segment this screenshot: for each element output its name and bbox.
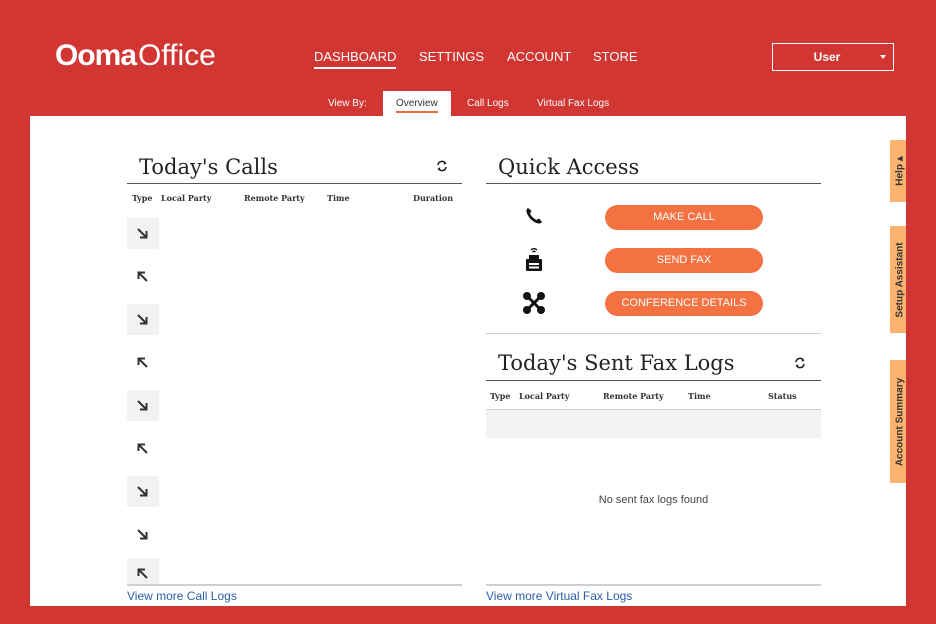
view-by-label: View By: <box>328 98 367 109</box>
user-dropdown[interactable]: User <box>772 43 894 71</box>
quick-access-title: Quick Access <box>498 155 640 179</box>
table-row[interactable] <box>127 347 159 378</box>
tab-virtual-fax-logs[interactable]: Virtual Fax Logs <box>537 91 609 116</box>
calls-divider <box>127 183 462 184</box>
fax-col-remote-party: Remote Party <box>603 391 664 401</box>
tab-overview[interactable]: Overview <box>383 91 451 116</box>
calls-scroll-edge <box>127 584 462 586</box>
calls-col-time: Time <box>327 193 350 203</box>
header: OomaOffice DASHBOARD SETTINGS ACCOUNT ST… <box>30 18 906 116</box>
table-row[interactable] <box>127 433 159 464</box>
table-row[interactable] <box>127 390 159 421</box>
account-summary-tab-label: Account Summary <box>894 377 906 466</box>
incoming-call-icon <box>137 228 148 239</box>
refresh-calls-icon[interactable] <box>435 159 449 173</box>
conference-icon <box>523 292 545 314</box>
calls-col-local-party: Local Party <box>161 193 212 203</box>
table-row[interactable] <box>127 476 159 507</box>
outgoing-call-icon <box>137 568 148 579</box>
table-row[interactable] <box>127 304 159 335</box>
fax-empty-message: No sent fax logs found <box>598 494 709 506</box>
brand-logo[interactable]: OomaOffice <box>55 38 216 74</box>
send-fax-button[interactable]: SEND FAX <box>605 248 763 273</box>
fax-col-local-party: Local Party <box>519 391 570 401</box>
view-more-virtual-fax-logs-link[interactable]: View more Virtual Fax Logs <box>486 589 632 603</box>
nav-store[interactable]: STORE <box>593 48 638 66</box>
refresh-fax-logs-icon[interactable] <box>793 356 807 370</box>
fax-scroll-edge <box>486 584 821 586</box>
fax-col-time: Time <box>688 391 711 401</box>
fax-col-type: Type <box>490 391 511 401</box>
table-row[interactable] <box>127 261 159 292</box>
incoming-call-icon <box>137 486 148 497</box>
fax-col-status: Status <box>768 391 797 401</box>
fax-logs-title: Today's Sent Fax Logs <box>498 351 735 375</box>
nav-account[interactable]: ACCOUNT <box>507 48 571 66</box>
table-row[interactable] <box>127 519 159 550</box>
phone-icon <box>526 208 542 224</box>
brand-name-bold: Ooma <box>55 39 137 72</box>
make-call-button[interactable]: MAKE CALL <box>605 205 763 230</box>
help-tab-label: Help ▴ <box>894 156 906 186</box>
fax-table-empty-row <box>486 410 821 438</box>
outgoing-call-icon <box>137 357 148 368</box>
table-row[interactable] <box>127 218 159 249</box>
incoming-call-icon <box>137 400 148 411</box>
fax-icon <box>526 248 542 271</box>
calls-col-type: Type <box>132 193 153 203</box>
account-summary-tab[interactable]: Account Summary <box>890 360 906 483</box>
view-more-call-logs-link[interactable]: View more Call Logs <box>127 589 237 603</box>
nav-dashboard[interactable]: DASHBOARD <box>314 48 397 69</box>
fax-logs-divider <box>486 380 821 381</box>
user-dropdown-label: User <box>813 50 841 64</box>
app-window: OomaOffice DASHBOARD SETTINGS ACCOUNT ST… <box>30 18 906 606</box>
brand-name-light: Office <box>138 39 216 72</box>
tab-overview-label: Overview <box>396 98 438 113</box>
help-tab[interactable]: Help ▴ <box>890 140 906 202</box>
chevron-down-icon <box>880 55 886 59</box>
setup-assistant-tab-label: Setup Assistant <box>894 241 906 318</box>
quick-access-divider <box>486 183 821 184</box>
calls-col-duration: Duration <box>413 193 454 203</box>
setup-assistant-tab[interactable]: Setup Assistant <box>890 226 906 333</box>
quick-access-bottom-divider <box>486 333 821 334</box>
tab-call-logs[interactable]: Call Logs <box>467 91 509 116</box>
outgoing-call-icon <box>137 443 148 454</box>
calls-title: Today's Calls <box>139 155 278 179</box>
table-row[interactable] <box>127 558 159 584</box>
nav-settings[interactable]: SETTINGS <box>419 48 484 66</box>
calls-col-remote-party: Remote Party <box>244 193 305 203</box>
conference-details-button[interactable]: CONFERENCE DETAILS <box>605 291 763 316</box>
incoming-call-icon <box>137 529 148 540</box>
incoming-call-icon <box>137 314 148 325</box>
outgoing-call-icon <box>137 271 148 282</box>
